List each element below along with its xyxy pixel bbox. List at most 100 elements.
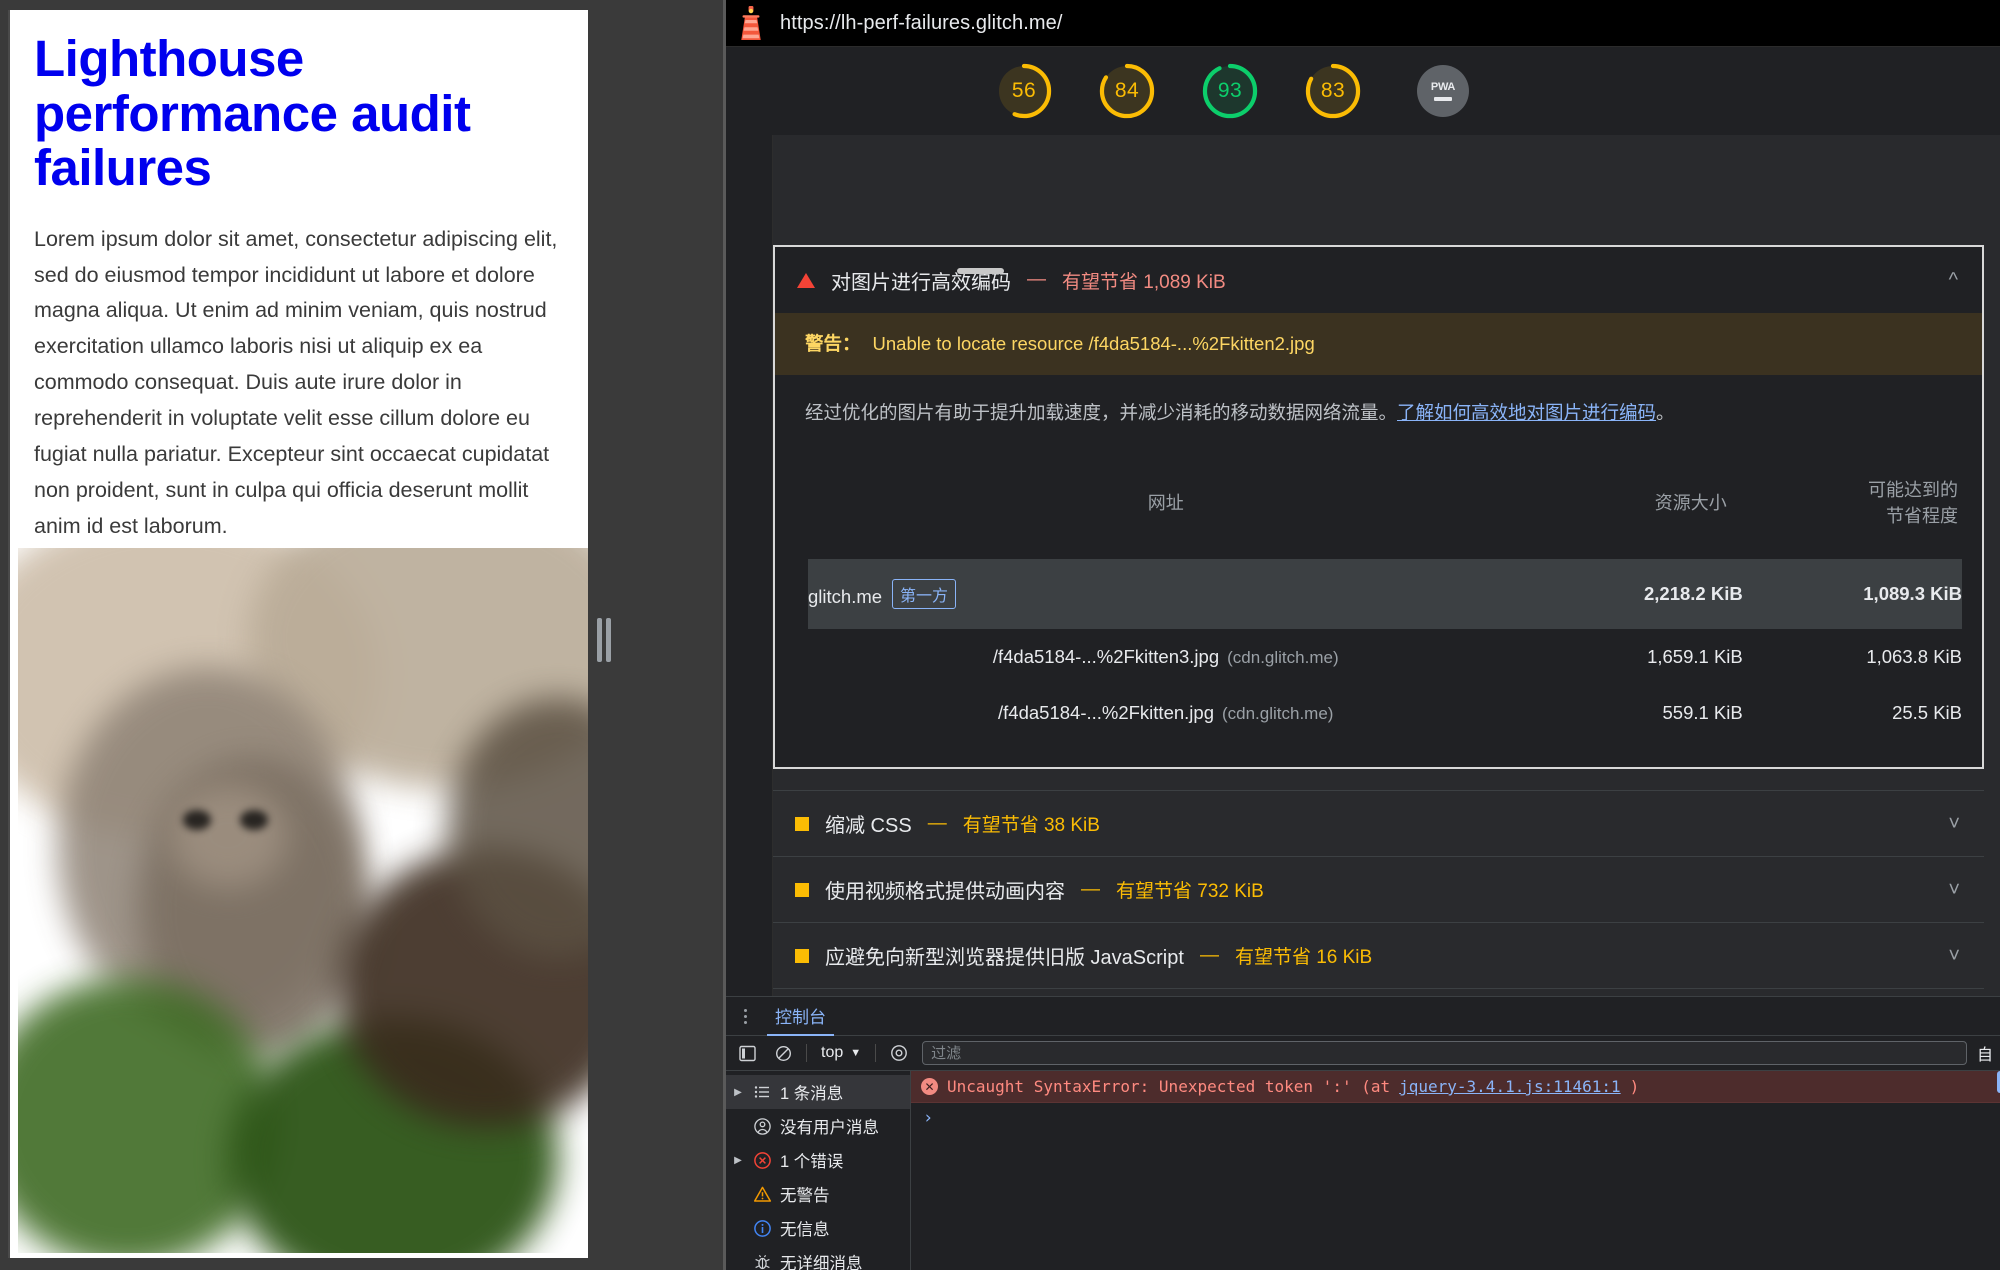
pwa-label: PWA <box>1431 81 1455 93</box>
chevron-down-icon[interactable]: ˅ <box>1948 946 1960 966</box>
report-body: 对图片进行高效编码 — 有望节省 1,089 KiB ^ 警告： Unable t… <box>726 135 2000 996</box>
audit-row-legacy-javascript[interactable]: 应避免向新型浏览器提供旧版 JavaScript — 有望节省 16 KiB ˅ <box>773 922 1984 988</box>
error-source-link[interactable]: jquery-3.4.1.js:11461:1 <box>1399 1077 1621 1096</box>
column-header-size: 资源大小 <box>1523 449 1742 559</box>
audit-warning-row: 警告： Unable to locate resource /f4da5184-.… <box>775 313 1982 375</box>
gauge-value: 83 <box>1304 62 1362 120</box>
audit-title: 应避免向新型浏览器提供旧版 JavaScript <box>825 941 1184 970</box>
sidebar-item-label: 1 个错误 <box>780 1148 843 1172</box>
pwa-badge[interactable]: PWA <box>1417 65 1469 117</box>
audit-row-unused-css[interactable]: 减少未使用的 CSS — 有望节省 203 KiB ˅ <box>773 988 1984 996</box>
column-header-savings-line1: 可能达到的 <box>1743 477 1958 503</box>
page-viewport: Lighthouse performance audit failures Lo… <box>8 10 588 1258</box>
row-url: /f4da5184-...%2Fkitten.jpg <box>998 702 1214 723</box>
more-options-icon[interactable] <box>738 1005 753 1028</box>
report-left-gutter <box>726 135 773 996</box>
devtools-window: Lighthouse performance audit failures Lo… <box>0 0 2000 1270</box>
gauge-value: 93 <box>1201 62 1259 120</box>
row-domain: (cdn.glitch.me) <box>1227 648 1338 667</box>
audit-title: 缩减 CSS <box>825 809 912 838</box>
audit-title: 使用视频格式提供动画内容 <box>825 875 1065 904</box>
expand-triangle-icon[interactable]: ▶ <box>732 1155 744 1166</box>
error-text: Uncaught SyntaxError: Unexpected token '… <box>947 1077 1390 1096</box>
error-text-suffix: ) <box>1630 1077 1640 1096</box>
live-expression-icon[interactable] <box>886 1040 912 1066</box>
horizontal-scrollbar[interactable] <box>957 268 1004 274</box>
table-row[interactable]: /f4da5184-...%2Fkitten.jpg (cdn.glitch.me… <box>808 685 1962 741</box>
warning-text: Unable to locate resource /f4da5184-...%… <box>873 333 1315 354</box>
table-row[interactable]: glitch.me第一方 2,218.2 KiB 1,089.3 KiB <box>808 559 1962 629</box>
audit-savings: 有望节省 38 KiB <box>963 810 1100 837</box>
info-circle-icon <box>751 1217 773 1239</box>
audit-header[interactable]: 对图片进行高效编码 — 有望节省 1,089 KiB ^ <box>775 247 1982 313</box>
tab-console[interactable]: 控制台 <box>767 997 834 1036</box>
toolbar-divider <box>806 1044 807 1062</box>
warning-label: 警告： <box>805 333 861 354</box>
console-error-message[interactable]: ✕ Uncaught SyntaxError: Unexpected token… <box>911 1071 2000 1103</box>
row-savings: 1,089.3 KiB <box>1743 559 1962 629</box>
messages-list-icon <box>751 1081 773 1103</box>
sidebar-item-warnings[interactable]: 无警告 <box>726 1177 910 1211</box>
sidebar-item-messages[interactable]: ▶ 1 条消息 <box>726 1075 910 1109</box>
console-settings-label[interactable]: 自 <box>1977 1041 1995 1065</box>
audit-row-video-formats[interactable]: 使用视频格式提供动画内容 — 有望节省 732 KiB ˅ <box>773 856 1984 922</box>
row-savings: 1,063.8 KiB <box>1743 629 1962 685</box>
filter-input[interactable] <box>922 1041 1967 1065</box>
row-size: 559.1 KiB <box>1523 685 1742 741</box>
learn-more-link[interactable]: 了解如何高效地对图片进行编码 <box>1397 402 1656 423</box>
error-circle-icon <box>751 1149 773 1171</box>
table-row[interactable]: /f4da5184-...%2Fkitten3.jpg (cdn.glitch.m… <box>808 629 1962 685</box>
toggle-console-sidebar-icon[interactable] <box>734 1040 760 1066</box>
toolbar-divider <box>875 1044 876 1062</box>
chevron-down-icon[interactable]: ˅ <box>1948 880 1960 900</box>
chevron-down-icon[interactable]: ˅ <box>1948 814 1960 834</box>
console-toolbar: top ▼ 自 <box>726 1036 2000 1071</box>
user-message-icon <box>751 1115 773 1137</box>
sidebar-item-verbose[interactable]: 无详细消息 <box>726 1245 910 1270</box>
gauge-performance[interactable]: 56 <box>995 62 1053 120</box>
row-url: /f4da5184-...%2Fkitten3.jpg <box>993 646 1219 667</box>
audit-savings: 有望节省 16 KiB <box>1235 942 1372 969</box>
row-domain: (cdn.glitch.me) <box>1222 704 1333 723</box>
column-header-savings: 可能达到的 节省程度 <box>1743 449 1962 559</box>
gauge-seo[interactable]: 83 <box>1304 62 1362 120</box>
audit-savings: 有望节省 732 KiB <box>1116 876 1264 903</box>
sidebar-item-label: 1 条消息 <box>780 1080 843 1104</box>
audit-row-minify-css[interactable]: 缩减 CSS — 有望节省 38 KiB ˅ <box>773 790 1984 856</box>
sidebar-item-errors[interactable]: ▶ 1 个错误 <box>726 1143 910 1177</box>
sidebar-item-user-messages[interactable]: 没有用户消息 <box>726 1109 910 1143</box>
audit-savings: 有望节省 1,089 KiB <box>1062 267 1226 294</box>
gauge-best-practices[interactable]: 93 <box>1201 62 1259 120</box>
console-drawer: 控制台 top ▼ <box>726 996 2000 1270</box>
audit-dash: — <box>1200 945 1219 967</box>
sidebar-item-label: 无警告 <box>780 1182 830 1206</box>
page-paragraph: Lorem ipsum dolor sit amet, consectetur … <box>34 222 560 545</box>
square-warning-icon <box>795 817 809 831</box>
gauge-accessibility[interactable]: 84 <box>1098 62 1156 120</box>
execution-context-value: top <box>821 1044 843 1062</box>
row-url: glitch.me <box>808 586 882 607</box>
execution-context-select[interactable]: top ▼ <box>817 1044 865 1062</box>
row-savings: 25.5 KiB <box>1743 685 1962 741</box>
device-resize-handle-right[interactable] <box>593 618 615 662</box>
row-url-cell: /f4da5184-...%2Fkitten3.jpg (cdn.glitch.m… <box>808 629 1523 685</box>
device-mode-pane: Lighthouse performance audit failures Lo… <box>0 0 723 1270</box>
error-badge-icon: ✕ <box>921 1078 938 1095</box>
console-main: ▶ 1 条消息 <box>726 1071 2000 1270</box>
console-sidebar: ▶ 1 条消息 <box>726 1071 911 1270</box>
audit-dash: — <box>928 813 947 835</box>
chevron-up-icon[interactable]: ^ <box>1949 270 1958 290</box>
first-party-chip: 第一方 <box>892 579 956 609</box>
clear-console-icon[interactable] <box>770 1040 796 1066</box>
column-header-url: 网址 <box>808 449 1523 559</box>
console-prompt[interactable]: › <box>911 1103 2000 1133</box>
sidebar-item-info[interactable]: 无信息 <box>726 1211 910 1245</box>
description-text: 经过优化的图片有助于提升加载速度，并减少消耗的移动数据网络流量。 <box>805 402 1397 423</box>
prompt-caret-icon: › <box>923 1108 933 1128</box>
pwa-dash-icon <box>1434 97 1452 101</box>
page-title: Lighthouse performance audit failures <box>34 32 560 196</box>
sidebar-item-label: 无信息 <box>780 1216 830 1240</box>
expand-triangle-icon[interactable]: ▶ <box>732 1087 744 1098</box>
opportunity-table: 网址 资源大小 可能达到的 节省程度 glitch.me 第一方 <box>808 449 1962 741</box>
lighthouse-icon <box>736 6 766 40</box>
